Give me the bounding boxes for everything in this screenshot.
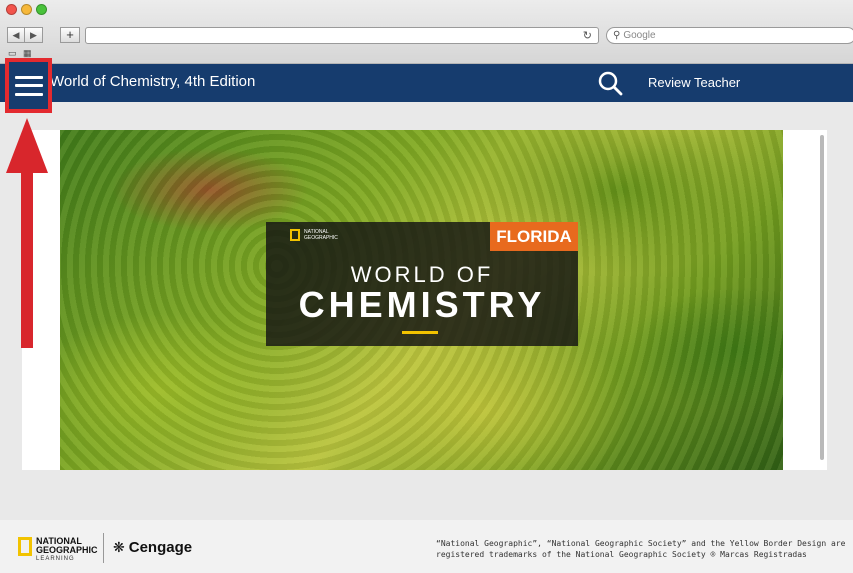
cover-title-line2: CHEMISTRY xyxy=(298,284,546,325)
browser-chrome: ◀ ▶ + ↻ ⚲ Google ▭ ▦ xyxy=(0,0,853,64)
annotation-arrow-icon xyxy=(6,118,48,348)
back-button[interactable]: ◀ xyxy=(7,27,25,43)
cover-accent-bar xyxy=(402,331,438,334)
ng-logo-text: NATIONAL GEOGRAPHIC xyxy=(304,229,338,241)
cengage-logo[interactable]: ❋ Cengage xyxy=(113,539,192,556)
browser-search-placeholder: Google xyxy=(623,30,656,41)
forward-button[interactable]: ▶ xyxy=(25,27,43,43)
hamburger-menu-button[interactable] xyxy=(5,58,52,113)
cengage-icon: ❋ xyxy=(113,539,125,555)
ngl-line2: GEOGRAPHIC xyxy=(36,545,98,555)
hamburger-icon xyxy=(14,75,43,96)
reload-icon[interactable]: ↻ xyxy=(583,29,592,42)
minimize-window-button[interactable] xyxy=(21,4,32,15)
national-geographic-logo: NATIONAL GEOGRAPHIC xyxy=(290,229,338,241)
user-menu[interactable]: Review Teacher xyxy=(648,75,740,90)
footer-divider xyxy=(103,533,104,563)
yellow-border-icon xyxy=(290,229,300,241)
edition-badge: FLORIDA xyxy=(490,222,578,251)
yellow-border-icon xyxy=(18,537,32,556)
page-title: World of Chemistry, 4th Edition xyxy=(50,73,256,90)
close-window-button[interactable] xyxy=(6,4,17,15)
trademark-notice: “National Geographic”, “National Geograp… xyxy=(436,539,846,559)
content-scrollbar[interactable] xyxy=(820,135,824,460)
ng-learning-logo[interactable]: NATIONAL GEOGRAPHIC LEARNING xyxy=(18,537,98,564)
history-nav: ◀ ▶ xyxy=(7,27,43,43)
cengage-text: Cengage xyxy=(128,539,193,556)
ngl-line3: LEARNING xyxy=(36,556,75,562)
zoom-window-button[interactable] xyxy=(36,4,47,15)
new-tab-button[interactable]: + xyxy=(60,27,80,43)
search-icon: ⚲ xyxy=(613,30,621,41)
address-bar[interactable]: ↻ xyxy=(85,27,599,44)
search-icon[interactable] xyxy=(597,70,623,96)
browser-search-field[interactable]: ⚲ Google xyxy=(606,27,853,44)
window-controls xyxy=(6,4,47,15)
